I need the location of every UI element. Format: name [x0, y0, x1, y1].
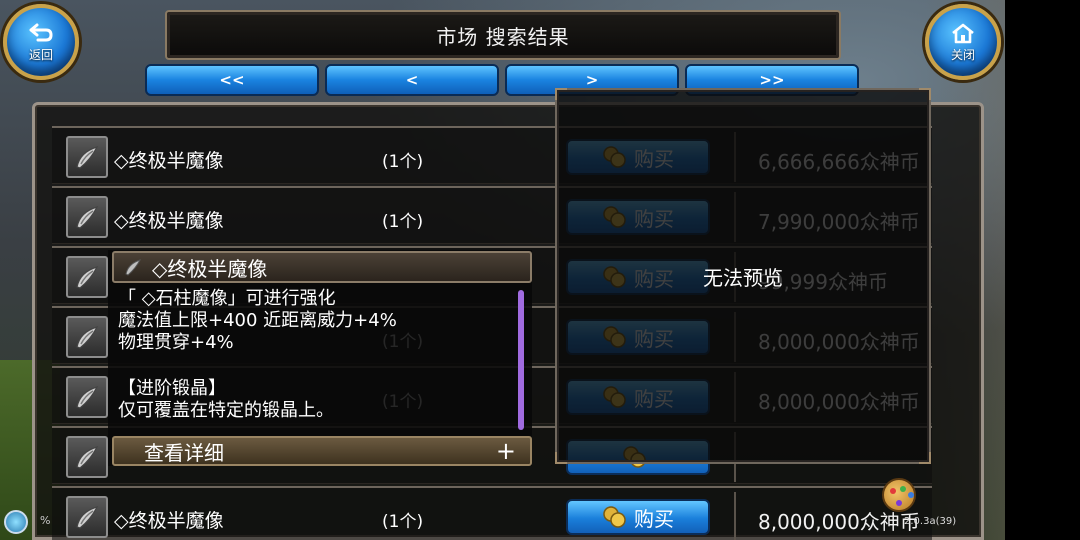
tooltip-line: 「 ◇石柱魔像」可进行强化 [118, 288, 336, 309]
item-quantity: (1个) [382, 212, 424, 232]
golem-fragment-icon [125, 259, 141, 276]
item-name: ◇终极半魔像 [114, 510, 224, 532]
tooltip-line: 【进阶锻晶】 [118, 378, 226, 399]
item-icon [66, 136, 108, 178]
tooltip-header: ◇终极半魔像 [112, 251, 532, 283]
palette-icon[interactable] [882, 478, 916, 512]
item-icon [66, 316, 108, 358]
coin-icon [603, 506, 626, 528]
preview-corner [555, 88, 567, 100]
preview-corner [555, 452, 567, 464]
tooltip-scrollbar[interactable] [518, 290, 524, 430]
view-details-button[interactable]: 查看详细 + [112, 436, 532, 466]
page-title: 市场 搜索结果 [436, 24, 570, 49]
item-name: ◇终极半魔像 [114, 210, 224, 232]
back-button[interactable]: 返回 [3, 4, 79, 80]
item-icon [66, 196, 108, 238]
view-details-label: 查看详细 [144, 440, 224, 465]
network-icon[interactable] [4, 510, 28, 534]
version-label: 2.0.3a(39) [904, 516, 957, 527]
item-quantity: (1个) [382, 512, 424, 532]
first-page-button[interactable]: << [145, 64, 319, 96]
title-bar: 市场 搜索结果 [165, 10, 841, 60]
item-name: ◇终极半魔像 [114, 150, 224, 172]
preview-unavailable-text: 无法预览 [703, 265, 783, 290]
buy-button[interactable]: 购买 [566, 499, 710, 535]
prev-page-button[interactable]: < [325, 64, 499, 96]
item-quantity: (1个) [382, 152, 424, 172]
preview-panel: 无法预览 [555, 88, 931, 464]
tooltip-body: 「 ◇石柱魔像」可进行强化 魔法值上限+400 近距离威力+4% 物理贯穿+4%… [118, 288, 514, 422]
item-icon [66, 376, 108, 418]
tooltip-line: 魔法值上限+400 近距离威力+4% [118, 310, 397, 331]
tooltip-line: 仅可覆盖在特定的锻晶上。 [118, 400, 334, 421]
return-arrow-icon [29, 23, 53, 41]
item-icon [66, 256, 108, 298]
percent-label: % [40, 514, 51, 527]
side-rail [1005, 0, 1080, 540]
tooltip-line: 物理贯穿+4% [118, 332, 234, 353]
table-row[interactable]: ◇终极半魔像 (1个) 购买 8,000,000众神币 [52, 486, 932, 540]
preview-corner [919, 88, 931, 100]
buy-button-label: 购买 [634, 506, 674, 531]
preview-corner [919, 452, 931, 464]
tooltip-title: ◇终极半魔像 [152, 256, 268, 281]
plus-icon: + [495, 437, 516, 465]
item-icon [66, 496, 108, 538]
home-icon [952, 23, 974, 43]
back-button-label: 返回 [28, 47, 53, 62]
close-button-label: 关闭 [950, 47, 975, 62]
item-tooltip: ◇终极半魔像 「 ◇石柱魔像」可进行强化 魔法值上限+400 近距离威力+4% … [108, 250, 532, 466]
row-divider [734, 492, 736, 540]
close-button[interactable]: 关闭 [925, 4, 1001, 80]
item-icon [66, 436, 108, 478]
